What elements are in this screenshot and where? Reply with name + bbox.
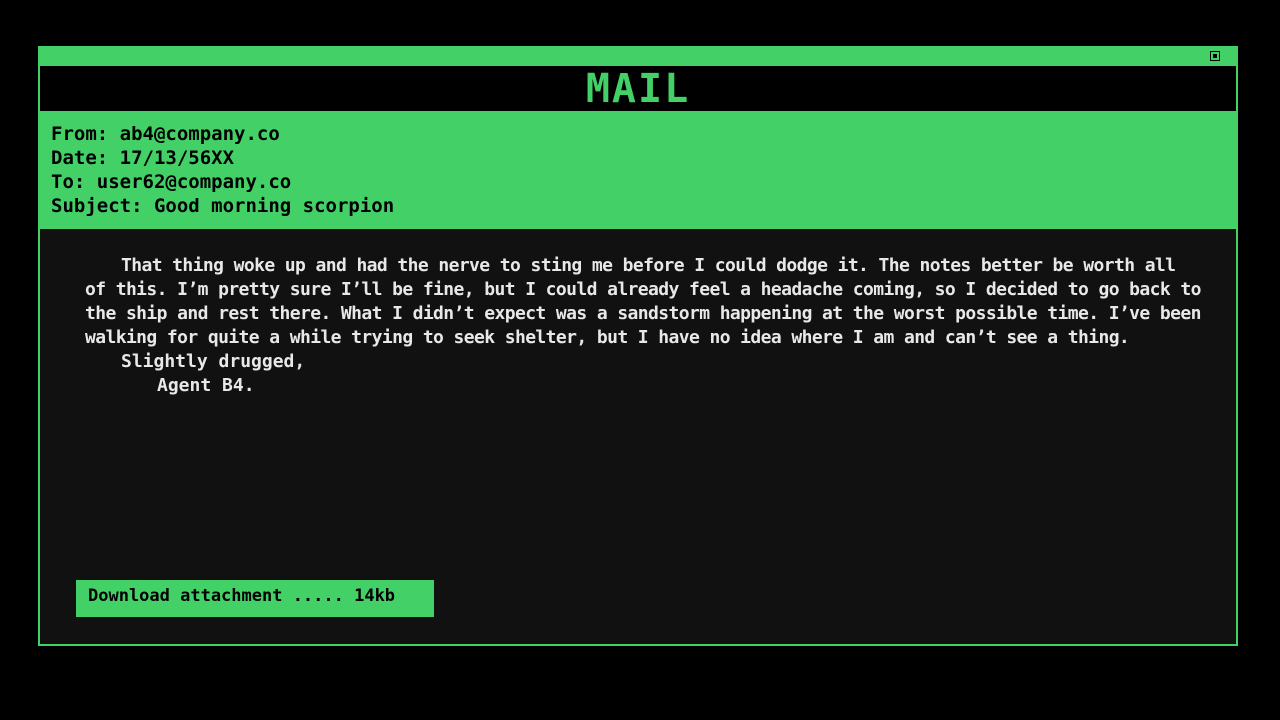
app-title-bar: MAIL bbox=[40, 66, 1236, 114]
to-line: To: user62@company.co bbox=[51, 170, 1236, 194]
download-attachment-button[interactable]: Download attachment ..... 14kb bbox=[76, 580, 434, 617]
window-titlebar[interactable] bbox=[40, 48, 1236, 66]
to-value: user62@company.co bbox=[96, 171, 292, 193]
message-text: That thing woke up and had the nerve to … bbox=[85, 255, 1201, 348]
subject-value: Good morning scorpion bbox=[153, 195, 395, 217]
message-body: That thing woke up and had the nerve to … bbox=[85, 254, 1205, 398]
subject-label: Subject: bbox=[51, 195, 143, 217]
message-signature: Agent B4. bbox=[157, 375, 255, 396]
date-label: Date: bbox=[51, 147, 109, 169]
mail-window: MAIL From: ab4@company.co Date: 17/13/56… bbox=[38, 46, 1238, 646]
subject-line: Subject: Good morning scorpion bbox=[51, 194, 1236, 218]
from-value: ab4@company.co bbox=[119, 123, 280, 145]
to-label: To: bbox=[51, 171, 86, 193]
from-line: From: ab4@company.co bbox=[51, 122, 1236, 146]
date-line: Date: 17/13/56XX bbox=[51, 146, 1236, 170]
app-title: MAIL bbox=[585, 65, 691, 112]
message-signoff: Slightly drugged, bbox=[121, 351, 306, 372]
close-icon[interactable] bbox=[1210, 51, 1220, 61]
mail-header: From: ab4@company.co Date: 17/13/56XX To… bbox=[40, 114, 1236, 229]
from-label: From: bbox=[51, 123, 109, 145]
date-value: 17/13/56XX bbox=[119, 147, 235, 169]
